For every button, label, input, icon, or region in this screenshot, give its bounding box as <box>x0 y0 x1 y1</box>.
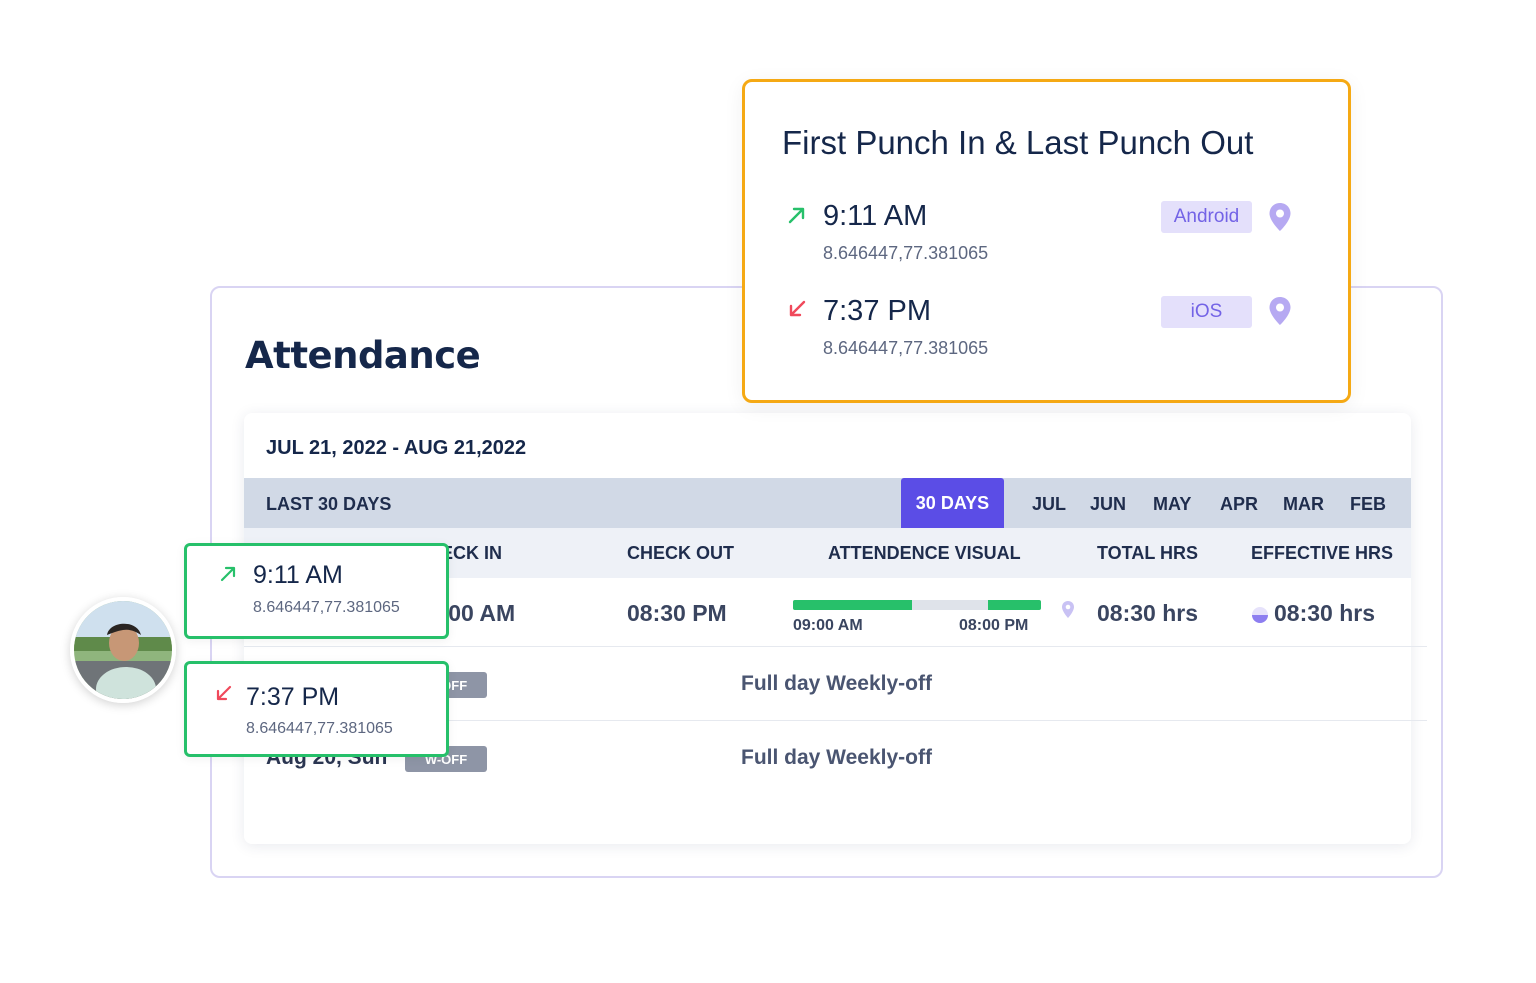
row1-effective-hrs: 08:30 hrs <box>1274 600 1376 626</box>
row1-total-hrs: 08:30 hrs <box>1097 600 1199 626</box>
tab-month-mar[interactable]: MAR <box>1283 494 1324 515</box>
worked-segment-1 <box>793 600 912 610</box>
location-pin-icon[interactable] <box>1267 202 1293 232</box>
location-pin-icon[interactable] <box>1060 600 1076 620</box>
column-effective-hrs: EFFECTIVE HRS <box>1251 543 1394 563</box>
popover-punch-in-coords: 8.646447,77.381065 <box>253 599 400 616</box>
column-total-hrs: TOTAL HRS <box>1097 543 1199 563</box>
ios-device-chip: iOS <box>1161 296 1252 328</box>
column-check-out: CHECK OUT <box>627 543 734 563</box>
tab-month-jul[interactable]: JUL <box>1032 494 1066 515</box>
attendance-visual-bar <box>793 600 1041 610</box>
tab-month-jun[interactable]: JUN <box>1090 494 1126 515</box>
visual-start-time: 09:00 AM <box>793 617 863 634</box>
punch-out-coords: 8.646447,77.381065 <box>823 338 989 358</box>
date-range: JUL 21, 2022 - AUG 21,2022 <box>266 437 527 459</box>
punch-in-popover <box>184 543 449 639</box>
android-device-chip: Android <box>1161 201 1252 233</box>
punch-in-coords: 8.646447,77.381065 <box>823 243 989 263</box>
arrow-up-right-icon <box>219 564 239 584</box>
tab-30-days[interactable]: 30 DAYS <box>901 478 1004 528</box>
arrow-down-left-icon <box>214 684 234 704</box>
tab-month-apr[interactable]: APR <box>1220 494 1258 515</box>
avatar <box>70 597 176 703</box>
popover-punch-out-coords: 8.646447,77.381065 <box>246 720 393 737</box>
row-divider <box>244 646 1427 647</box>
row2-status: Full day Weekly-off <box>741 672 932 695</box>
punch-out-time: 7:37 PM <box>823 295 931 327</box>
row1-check-out: 08:30 PM <box>627 600 727 626</box>
filter-label: LAST 30 DAYS <box>266 494 392 514</box>
visual-end-time: 08:00 PM <box>959 617 1029 634</box>
popover-punch-in-time: 9:11 AM <box>253 561 343 589</box>
half-circle-icon <box>1251 606 1269 624</box>
worked-segment-2 <box>988 600 1041 610</box>
page-title: Attendance <box>245 334 481 377</box>
punch-card-title: First Punch In & Last Punch Out <box>782 124 1254 161</box>
arrow-up-right-icon <box>786 204 808 226</box>
location-pin-icon[interactable] <box>1267 296 1293 326</box>
tab-month-may[interactable]: MAY <box>1153 494 1191 515</box>
arrow-down-left-icon <box>786 298 808 320</box>
row3-status: Full day Weekly-off <box>741 746 932 769</box>
popover-punch-out-time: 7:37 PM <box>246 683 340 711</box>
tab-month-feb[interactable]: FEB <box>1350 494 1386 515</box>
column-attendance-visual: ATTENDENCE VISUAL <box>828 543 1021 563</box>
punch-in-time: 9:11 AM <box>823 200 928 232</box>
